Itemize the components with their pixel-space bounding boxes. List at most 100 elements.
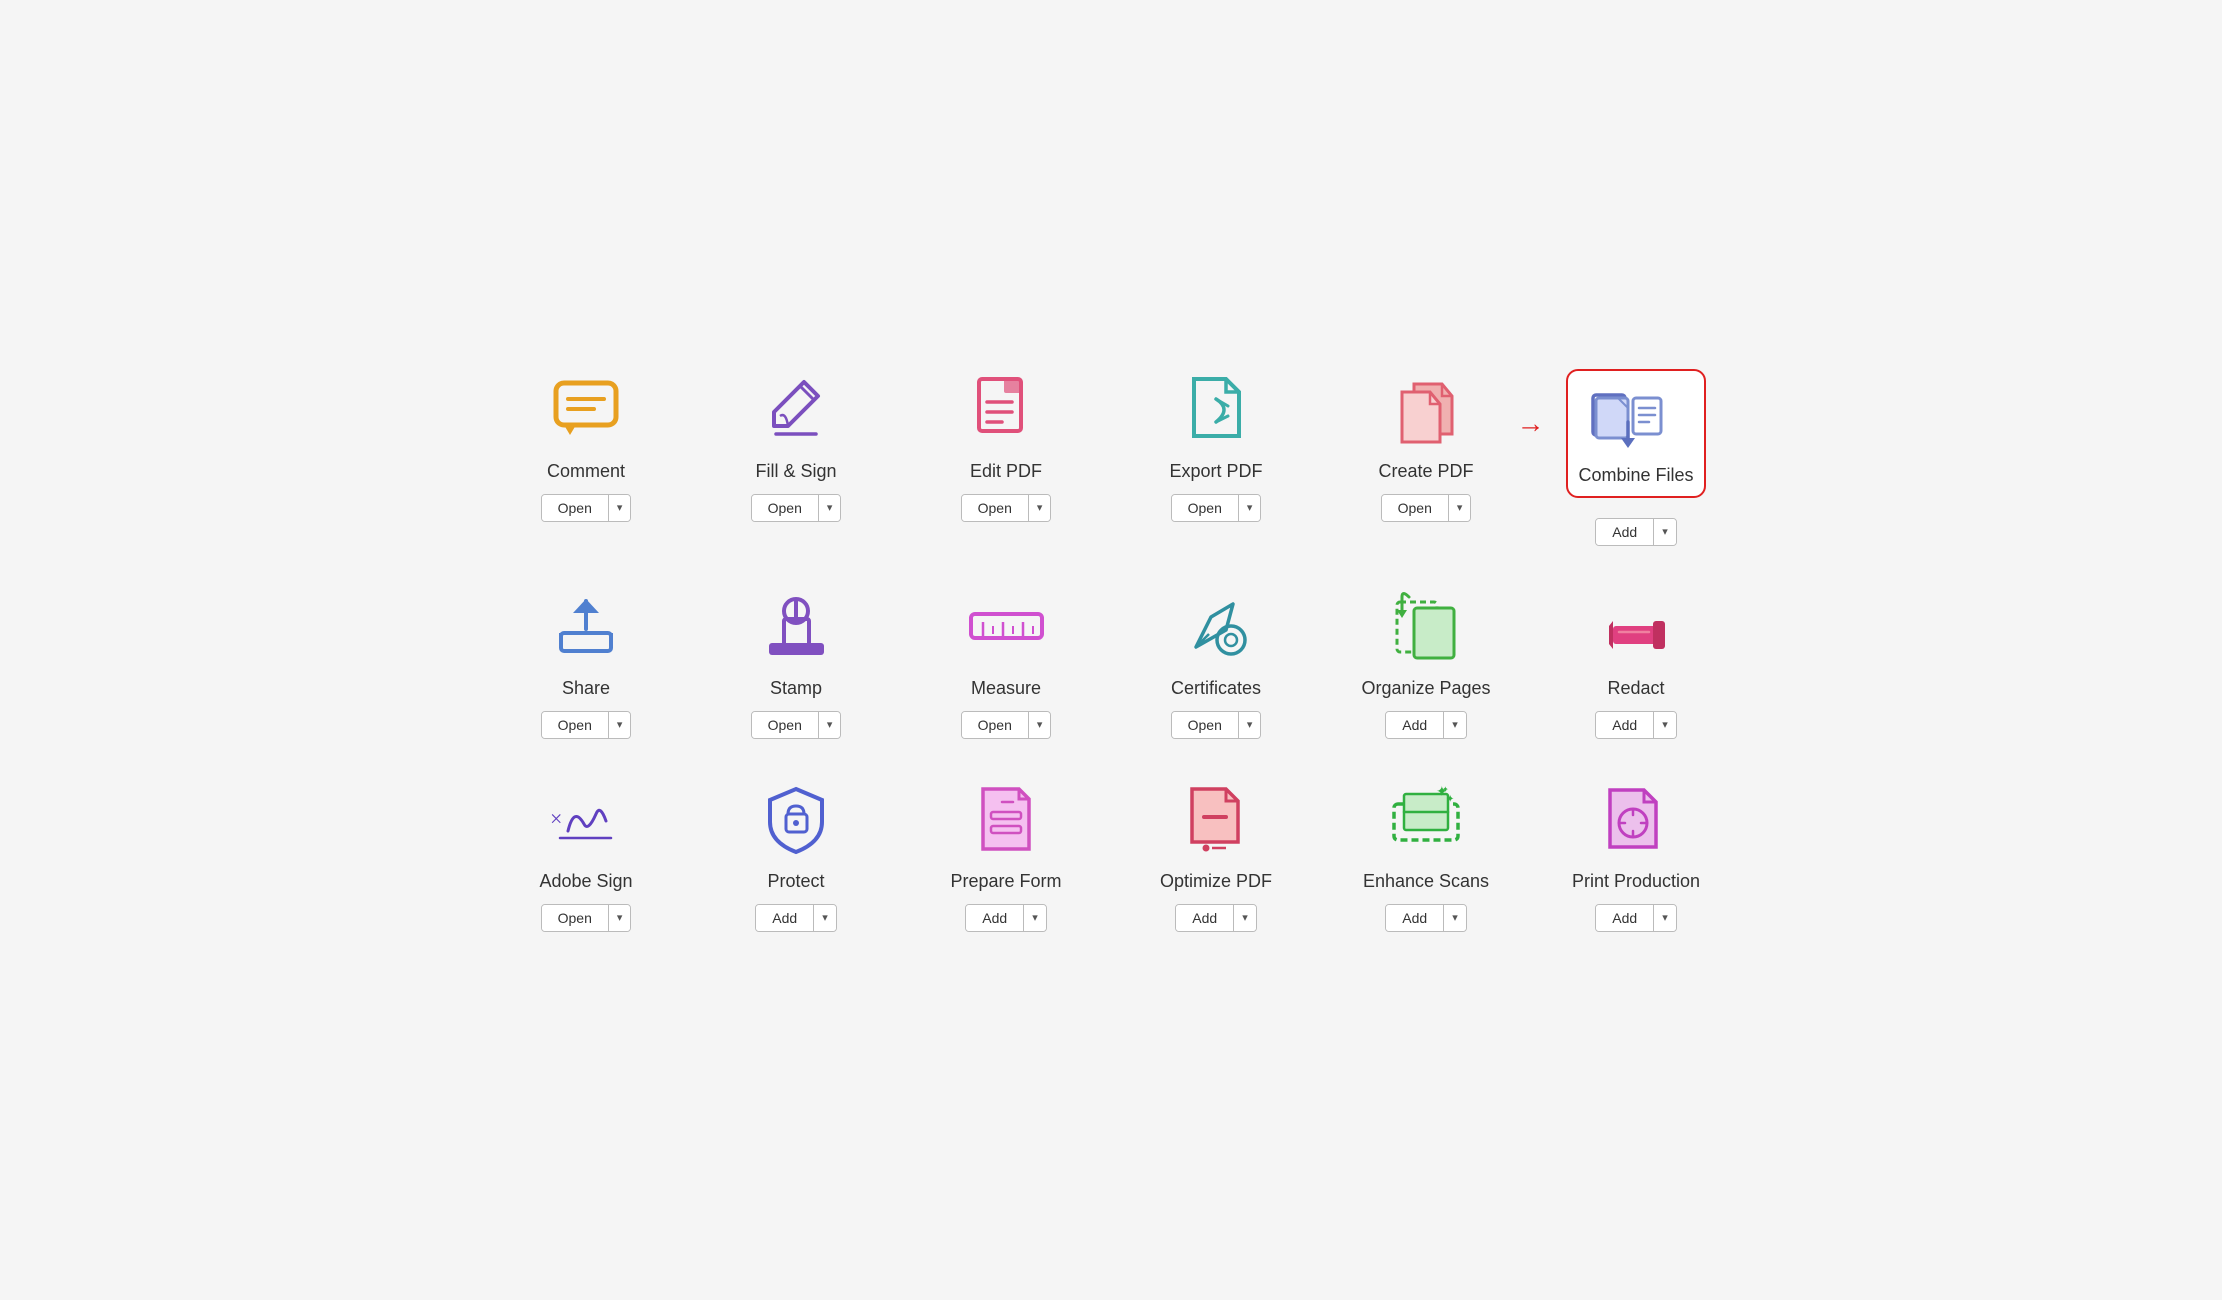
fill-sign-label: Fill & Sign bbox=[755, 461, 836, 482]
redact-add-btn[interactable]: Add bbox=[1596, 712, 1654, 738]
measure-open-btn[interactable]: Open bbox=[962, 712, 1029, 738]
share-open-btn[interactable]: Open bbox=[542, 712, 609, 738]
tool-protect: Protect Add ▾ bbox=[701, 779, 891, 932]
optimize-pdf-add-btn[interactable]: Add bbox=[1176, 905, 1234, 931]
adobe-sign-arrow-btn[interactable]: ▾ bbox=[609, 905, 631, 931]
print-production-arrow-btn[interactable]: ▾ bbox=[1654, 905, 1676, 931]
adobe-sign-btn-group[interactable]: Open ▾ bbox=[541, 904, 632, 932]
svg-text:×: × bbox=[550, 806, 562, 831]
print-production-btn-group[interactable]: Add ▾ bbox=[1595, 904, 1676, 932]
certificates-icon bbox=[1166, 586, 1266, 666]
organize-pages-add-btn[interactable]: Add bbox=[1386, 712, 1444, 738]
combine-files-arrow-btn[interactable]: ▾ bbox=[1654, 519, 1676, 545]
prepare-form-icon bbox=[956, 779, 1056, 859]
protect-icon bbox=[746, 779, 846, 859]
tool-certificates: Certificates Open ▾ bbox=[1121, 586, 1311, 739]
certificates-arrow-btn[interactable]: ▾ bbox=[1239, 712, 1261, 738]
tool-fill-sign: Fill & Sign Open ▾ bbox=[701, 369, 891, 546]
stamp-label: Stamp bbox=[770, 678, 822, 699]
fill-sign-arrow-btn[interactable]: ▾ bbox=[819, 495, 841, 521]
comment-open-btn[interactable]: Open bbox=[542, 495, 609, 521]
create-pdf-arrow-btn[interactable]: ▾ bbox=[1449, 495, 1471, 521]
combine-files-add-btn[interactable]: Add bbox=[1596, 519, 1654, 545]
organize-pages-icon bbox=[1376, 586, 1476, 666]
tool-stamp: Stamp Open ▾ bbox=[701, 586, 891, 739]
enhance-scans-icon: ✦ ✦ ✦ bbox=[1376, 779, 1476, 859]
combine-files-btn-group[interactable]: Add ▾ bbox=[1595, 518, 1676, 546]
protect-add-btn[interactable]: Add bbox=[756, 905, 814, 931]
fill-sign-open-btn[interactable]: Open bbox=[752, 495, 819, 521]
stamp-open-btn[interactable]: Open bbox=[752, 712, 819, 738]
tool-optimize-pdf: Optimize PDF Add ▾ bbox=[1121, 779, 1311, 932]
edit-pdf-open-btn[interactable]: Open bbox=[962, 495, 1029, 521]
create-pdf-btn-group[interactable]: Open ▾ bbox=[1381, 494, 1472, 522]
organize-pages-arrow-btn[interactable]: ▾ bbox=[1444, 712, 1466, 738]
fill-sign-btn-group[interactable]: Open ▾ bbox=[751, 494, 842, 522]
organize-pages-btn-group[interactable]: Add ▾ bbox=[1385, 711, 1466, 739]
redact-label: Redact bbox=[1607, 678, 1664, 699]
edit-pdf-btn-group[interactable]: Open ▾ bbox=[961, 494, 1052, 522]
print-production-add-btn[interactable]: Add bbox=[1596, 905, 1654, 931]
edit-pdf-icon bbox=[956, 369, 1056, 449]
redact-arrow-btn[interactable]: ▾ bbox=[1654, 712, 1676, 738]
optimize-pdf-icon bbox=[1166, 779, 1266, 859]
print-production-label: Print Production bbox=[1572, 871, 1700, 892]
tool-enhance-scans: ✦ ✦ ✦ Enhance Scans Add ▾ bbox=[1331, 779, 1521, 932]
tool-create-pdf: Create PDF Open ▾ bbox=[1331, 369, 1521, 546]
combine-files-icon bbox=[1578, 385, 1678, 465]
prepare-form-btn-group[interactable]: Add ▾ bbox=[965, 904, 1046, 932]
comment-label: Comment bbox=[547, 461, 625, 482]
comment-arrow-btn[interactable]: ▾ bbox=[609, 495, 631, 521]
measure-icon bbox=[956, 586, 1056, 666]
edit-pdf-arrow-btn[interactable]: ▾ bbox=[1029, 495, 1051, 521]
export-pdf-arrow-btn[interactable]: ▾ bbox=[1239, 495, 1261, 521]
organize-pages-label: Organize Pages bbox=[1361, 678, 1490, 699]
export-pdf-open-btn[interactable]: Open bbox=[1172, 495, 1239, 521]
enhance-scans-add-btn[interactable]: Add bbox=[1386, 905, 1444, 931]
enhance-scans-btn-group[interactable]: Add ▾ bbox=[1385, 904, 1466, 932]
comment-btn-group[interactable]: Open ▾ bbox=[541, 494, 632, 522]
protect-label: Protect bbox=[767, 871, 824, 892]
prepare-form-arrow-btn[interactable]: ▾ bbox=[1024, 905, 1046, 931]
stamp-arrow-btn[interactable]: ▾ bbox=[819, 712, 841, 738]
tool-organize-pages: Organize Pages Add ▾ bbox=[1331, 586, 1521, 739]
measure-btn-group[interactable]: Open ▾ bbox=[961, 711, 1052, 739]
edit-pdf-label: Edit PDF bbox=[970, 461, 1042, 482]
adobe-sign-icon: × bbox=[536, 779, 636, 859]
export-pdf-btn-group[interactable]: Open ▾ bbox=[1171, 494, 1262, 522]
certificates-open-btn[interactable]: Open bbox=[1172, 712, 1239, 738]
combine-files-card: → Combine Files bbox=[1566, 369, 1705, 498]
enhance-scans-label: Enhance Scans bbox=[1363, 871, 1489, 892]
stamp-btn-group[interactable]: Open ▾ bbox=[751, 711, 842, 739]
adobe-sign-open-btn[interactable]: Open bbox=[542, 905, 609, 931]
optimize-pdf-btn-group[interactable]: Add ▾ bbox=[1175, 904, 1256, 932]
export-pdf-label: Export PDF bbox=[1169, 461, 1262, 482]
tool-redact: Redact Add ▾ bbox=[1541, 586, 1731, 739]
optimize-pdf-arrow-btn[interactable]: ▾ bbox=[1234, 905, 1256, 931]
share-btn-group[interactable]: Open ▾ bbox=[541, 711, 632, 739]
prepare-form-label: Prepare Form bbox=[950, 871, 1061, 892]
export-pdf-icon bbox=[1166, 369, 1266, 449]
protect-btn-group[interactable]: Add ▾ bbox=[755, 904, 836, 932]
tool-edit-pdf: Edit PDF Open ▾ bbox=[911, 369, 1101, 546]
certificates-btn-group[interactable]: Open ▾ bbox=[1171, 711, 1262, 739]
measure-arrow-btn[interactable]: ▾ bbox=[1029, 712, 1051, 738]
print-production-icon bbox=[1586, 779, 1686, 859]
create-pdf-label: Create PDF bbox=[1378, 461, 1473, 482]
redact-btn-group[interactable]: Add ▾ bbox=[1595, 711, 1676, 739]
enhance-scans-arrow-btn[interactable]: ▾ bbox=[1444, 905, 1466, 931]
redact-icon bbox=[1586, 586, 1686, 666]
tool-export-pdf: Export PDF Open ▾ bbox=[1121, 369, 1311, 546]
share-arrow-btn[interactable]: ▾ bbox=[609, 712, 631, 738]
svg-text:✦: ✦ bbox=[1446, 794, 1454, 805]
arrow-indicator: → bbox=[1516, 407, 1544, 439]
tool-prepare-form: Prepare Form Add ▾ bbox=[911, 779, 1101, 932]
tools-grid: Comment Open ▾ Fill & Sign Open ▾ bbox=[411, 309, 1811, 992]
prepare-form-add-btn[interactable]: Add bbox=[966, 905, 1024, 931]
optimize-pdf-label: Optimize PDF bbox=[1160, 871, 1272, 892]
tool-comment: Comment Open ▾ bbox=[491, 369, 681, 546]
svg-text:✦: ✦ bbox=[1442, 785, 1449, 794]
create-pdf-open-btn[interactable]: Open bbox=[1382, 495, 1449, 521]
protect-arrow-btn[interactable]: ▾ bbox=[814, 905, 836, 931]
fill-sign-icon bbox=[746, 369, 846, 449]
